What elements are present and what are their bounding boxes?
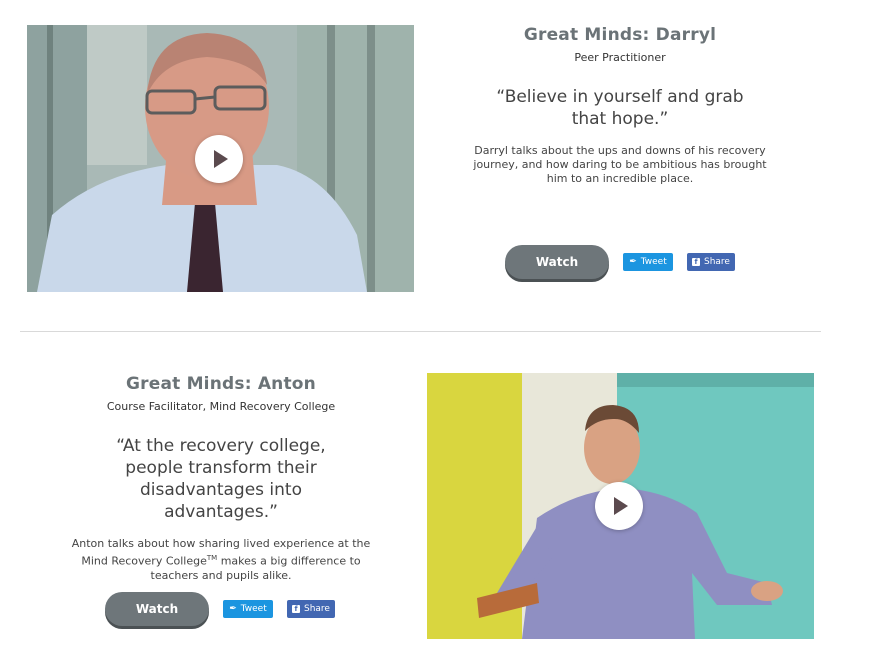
role-darryl: Peer Practitioner [574,51,666,64]
twitter-bird-icon: ✒ [229,604,237,614]
description-line: him to an incredible place. [546,172,694,185]
play-icon [614,497,628,515]
share-button-anton[interactable]: f Share [287,600,335,618]
quote-line: that hope.” [571,109,669,129]
trademark-mark: TM [206,554,218,562]
quote-line: people transform their [125,458,317,478]
quote-line: disadvantages into [140,480,302,500]
description-text: makes a big difference to [217,554,361,568]
play-button-darryl[interactable] [195,135,243,183]
watch-button-darryl[interactable]: Watch [505,245,609,279]
tweet-label: Tweet [240,604,267,614]
quote-line: “Believe in yourself and grab [496,87,744,107]
quote-line: “At the recovery college, [116,436,326,456]
quote-line: advantages.” [164,502,278,522]
tweet-button-anton[interactable]: ✒ Tweet [223,600,273,618]
share-label: Share [704,257,730,267]
description-anton: Anton talks about how sharing lived expe… [70,537,372,583]
description-darryl: Darryl talks about the ups and downs of … [470,144,770,186]
twitter-bird-icon: ✒ [629,257,637,267]
page-title-anton: Great Minds: Anton [125,374,316,394]
video-thumbnail-darryl[interactable] [27,25,414,292]
role-anton: Course Facilitator, Mind Recovery Colleg… [106,400,336,413]
share-label: Share [304,604,330,614]
watch-button-anton[interactable]: Watch [105,592,209,626]
description-line: Mind Recovery CollegeTM makes a big diff… [70,551,372,569]
description-line: journey, and how daring to be ambitious … [473,158,767,171]
facebook-f-icon: f [292,605,300,613]
college-name: Mind Recovery College [81,554,207,568]
description-line: Anton talks about how sharing lived expe… [71,537,371,550]
tweet-label: Tweet [640,257,667,267]
section-divider [20,331,821,332]
description-line: Darryl talks about the ups and downs of … [474,144,766,157]
anton-info: Great Minds: Anton Course Facilitator, M… [70,374,372,583]
share-button-darryl[interactable]: f Share [687,253,735,271]
tweet-button-darryl[interactable]: ✒ Tweet [623,253,673,271]
facebook-f-icon: f [692,258,700,266]
quote-darryl: “Believe in yourself and grab that hope.… [470,86,770,130]
page-title-darryl: Great Minds: Darryl [523,25,717,45]
description-line: teachers and pupils alike. [150,568,292,582]
video-thumbnail-anton[interactable] [427,373,814,639]
darryl-info: Great Minds: Darryl Peer Practitioner “B… [470,25,770,186]
quote-anton: “At the recovery college, people transfo… [70,435,372,523]
play-button-anton[interactable] [595,482,643,530]
play-icon [214,150,228,168]
